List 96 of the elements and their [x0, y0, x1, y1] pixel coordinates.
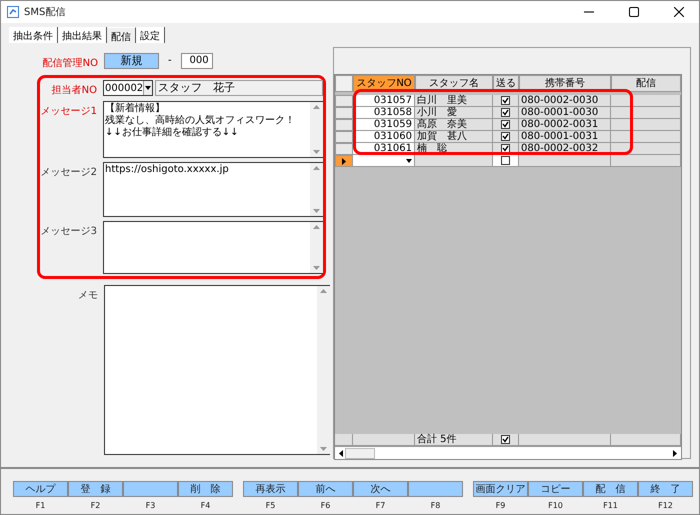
- table-cell: [611, 95, 681, 107]
- message-field[interactable]: 【新着情報】 残業なし、高時給の人気オフィスワーク！ ↓↓お仕事詳細を確認する↓↓: [103, 101, 323, 158]
- table-cell: [611, 107, 681, 119]
- table-cell: 髙原 奈美: [415, 119, 493, 131]
- key-label: F3: [146, 501, 156, 510]
- field-label: メモ: [77, 289, 98, 303]
- table-cell: [611, 434, 681, 446]
- table-cell: 080-0002-0031: [519, 119, 611, 131]
- staff-name-field: スタッフ 花子: [155, 80, 323, 96]
- function-key-button[interactable]: 登 録: [68, 481, 123, 497]
- tab[interactable]: 配信: [107, 27, 136, 43]
- send-checkbox[interactable]: [501, 132, 510, 141]
- key-label: F2: [90, 501, 100, 510]
- function-key-button[interactable]: 終 了: [638, 481, 693, 497]
- current-row-icon: [342, 158, 346, 164]
- field-label: メッセージ3: [40, 225, 97, 238]
- message-text: 【新着情報】: [105, 103, 165, 114]
- scroll-thumb[interactable]: [345, 448, 375, 458]
- key-label: F6: [320, 501, 330, 510]
- total-text: 合計 5件: [415, 434, 493, 446]
- staff-no-dropdown[interactable]: 000002: [103, 80, 153, 96]
- table-cell: 031059: [353, 119, 415, 131]
- separator-text: -: [167, 54, 173, 68]
- message-field[interactable]: [103, 221, 323, 274]
- key-label: F10: [548, 501, 563, 510]
- scroll-up-icon[interactable]: [313, 166, 320, 170]
- scroll-up-icon[interactable]: [313, 105, 320, 109]
- management-no-field[interactable]: 新規: [104, 53, 159, 69]
- key-label: F11: [603, 501, 618, 510]
- table-cell: 080-0001-0030: [519, 107, 611, 119]
- message-text: https://oshigoto.xxxxx.jp: [105, 164, 229, 176]
- function-key-button[interactable]: 再表示: [243, 481, 298, 497]
- caret-icon: [406, 158, 412, 162]
- function-key-button[interactable]: 次へ: [353, 481, 408, 497]
- scroll-up-icon[interactable]: [320, 289, 327, 293]
- memo-field[interactable]: [104, 285, 330, 455]
- scroll-left-icon[interactable]: [339, 450, 343, 456]
- function-key-button[interactable]: [408, 481, 463, 497]
- table-cell: 加賀 甚八: [415, 131, 493, 143]
- key-label: F7: [376, 501, 386, 510]
- scroll-right-icon[interactable]: [673, 450, 677, 456]
- field-label: メッセージ1: [40, 105, 97, 118]
- function-key-button[interactable]: コピー: [528, 481, 583, 497]
- scroll-up-icon[interactable]: [313, 225, 320, 229]
- key-label: F8: [430, 501, 440, 510]
- table-cell: 031060: [353, 131, 415, 143]
- send-checkbox[interactable]: [501, 108, 510, 117]
- window-title: SMS配信: [24, 6, 66, 19]
- send-checkbox[interactable]: [501, 435, 510, 444]
- table-cell: [611, 119, 681, 131]
- message-text: ↓↓お仕事詳細を確認する↓↓: [105, 127, 239, 139]
- grid-corner[interactable]: [335, 75, 353, 92]
- field-label: メッセージ2: [40, 166, 97, 179]
- table-cell: 白川 里美: [415, 95, 493, 107]
- scroll-down-icon[interactable]: [313, 266, 320, 270]
- function-key-button[interactable]: [123, 481, 178, 497]
- send-checkbox[interactable]: [501, 120, 510, 129]
- field-label: 配信管理NO: [42, 57, 98, 70]
- field-label: 担当者NO: [50, 84, 97, 97]
- table-cell: 小川 愛: [415, 107, 493, 119]
- suffix-field[interactable]: 000: [180, 53, 213, 69]
- table-cell: 031058: [353, 107, 415, 119]
- table-cell: [353, 434, 415, 446]
- table-cell: [611, 155, 681, 167]
- message-text: 残業なし、高時給の人気オフィスワーク！: [105, 115, 295, 126]
- scroll-down-icon[interactable]: [320, 447, 327, 451]
- app-icon: [7, 6, 19, 18]
- close-icon[interactable]: [674, 7, 684, 17]
- maximize-icon[interactable]: [629, 7, 639, 17]
- key-label: F4: [200, 501, 210, 510]
- send-checkbox[interactable]: [501, 156, 510, 165]
- function-key-button[interactable]: ヘルプ: [13, 481, 68, 497]
- key-label: F1: [36, 501, 46, 510]
- scroll-down-icon[interactable]: [313, 150, 320, 154]
- function-key-button[interactable]: 画面クリア: [473, 481, 528, 497]
- message-field[interactable]: https://oshigoto.xxxxx.jp: [103, 162, 323, 217]
- table-cell: 031057: [353, 95, 415, 107]
- function-key-button[interactable]: 前へ: [298, 481, 353, 497]
- table-cell: 080-0001-0031: [519, 131, 611, 143]
- tab[interactable]: 設定: [136, 27, 165, 43]
- function-key-button[interactable]: 削 除: [178, 481, 233, 497]
- table-cell: [611, 131, 681, 143]
- tab[interactable]: 抽出条件: [9, 27, 58, 43]
- key-label: F12: [658, 501, 673, 510]
- key-label: F9: [496, 501, 506, 510]
- table-cell: 080-0002-0030: [519, 95, 611, 107]
- scroll-down-icon[interactable]: [313, 209, 320, 213]
- row-header[interactable]: [335, 155, 353, 167]
- caret-icon: [145, 86, 152, 90]
- function-key-button[interactable]: 配 信: [583, 481, 638, 497]
- key-label: F5: [266, 501, 276, 510]
- send-checkbox[interactable]: [501, 96, 510, 105]
- tab[interactable]: 抽出結果: [58, 27, 107, 43]
- column-header[interactable]: 配信: [611, 75, 681, 92]
- horizontal-scrollbar[interactable]: [335, 446, 681, 459]
- table-cell: [611, 143, 681, 155]
